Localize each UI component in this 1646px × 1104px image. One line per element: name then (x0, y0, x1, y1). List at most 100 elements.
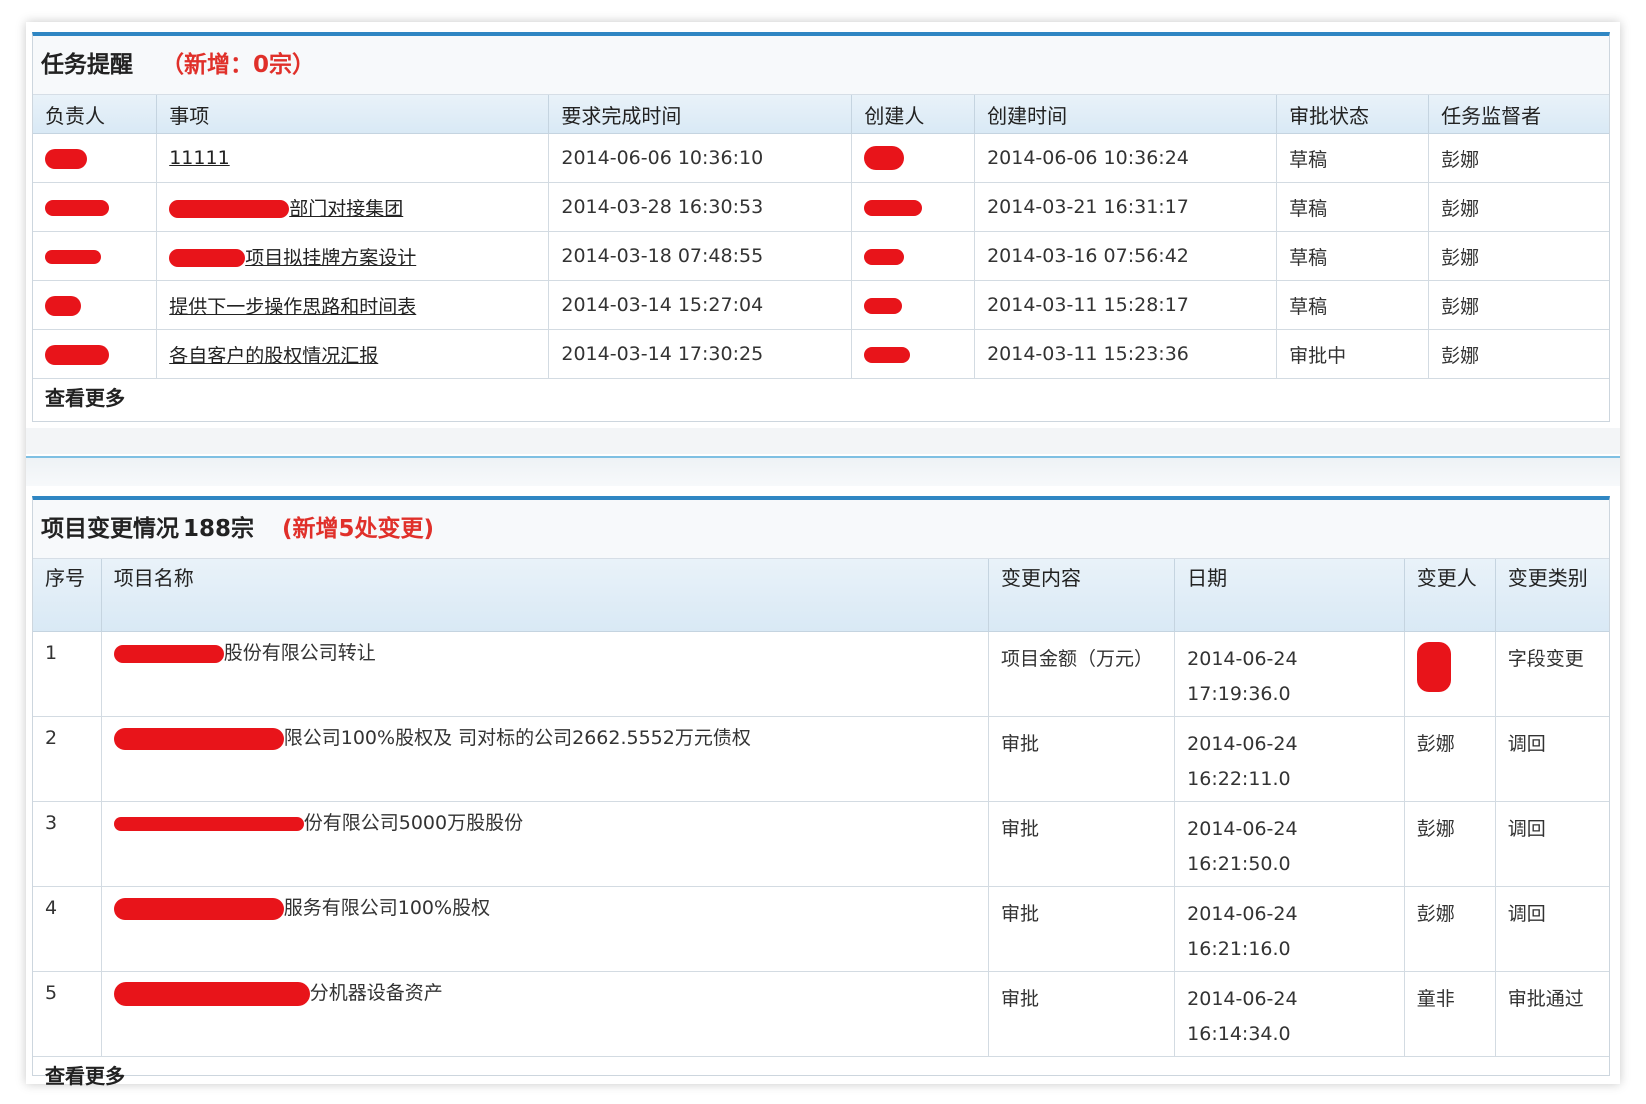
redaction-mark (113, 727, 284, 750)
change-total-count: 188宗 (183, 516, 255, 542)
task-panel-header: 任务提醒 （新增：0宗） (33, 36, 1609, 95)
creator-cell (851, 182, 976, 232)
supervisor-cell: 彭娜 (1428, 133, 1609, 183)
created-cell: 2014-03-11 15:23:36 (974, 329, 1278, 379)
redaction-mark (113, 816, 304, 831)
table-row: 4 服务有限公司100%股权 审批 2014-06-24 16:21:16.0 … (33, 886, 1609, 972)
owner-cell (33, 182, 158, 232)
col-changer[interactable]: 变更人 (1404, 559, 1496, 632)
redaction-mark (45, 199, 109, 216)
redaction-mark (113, 644, 224, 663)
col-owner[interactable]: 负责人 (33, 95, 158, 134)
due-cell: 2014-03-28 16:30:53 (548, 182, 853, 232)
redaction-mark (113, 981, 310, 1006)
number-cell: 4 (33, 886, 102, 972)
col-creator[interactable]: 创建人 (851, 95, 976, 134)
task-table-header: 负责人 事项 要求完成时间 创建人 创建时间 审批状态 任务监督者 (33, 95, 1609, 134)
due-cell: 2014-03-18 07:48:55 (548, 231, 853, 281)
status-cell: 草稿 (1276, 182, 1430, 232)
table-row: 各自客户的股权情况汇报 2014-03-14 17:30:25 2014-03-… (33, 329, 1609, 379)
number-cell: 2 (33, 716, 102, 802)
date-cell: 2014-06-24 17:19:36.0 (1174, 631, 1405, 717)
change-view-more-link[interactable]: 查看更多 (33, 1057, 1609, 1095)
status-cell: 草稿 (1276, 231, 1430, 281)
table-row: 5 分机器设备资产 审批 2014-06-24 16:14:34.0 童非 审批… (33, 971, 1609, 1057)
creator-cell (851, 329, 976, 379)
task-new-count: （新增：0宗） (161, 52, 316, 78)
col-created[interactable]: 创建时间 (974, 95, 1278, 134)
supervisor-cell: 彭娜 (1428, 182, 1609, 232)
owner-cell (33, 280, 158, 330)
col-change-type[interactable]: 变更类别 (1495, 559, 1609, 632)
redaction-mark (1416, 642, 1451, 692)
change-new-count: (新增5处变更) (282, 516, 435, 542)
task-table: 负责人 事项 要求完成时间 创建人 创建时间 审批状态 任务监督者 11111 … (33, 95, 1609, 379)
changer-cell: 彭娜 (1404, 886, 1496, 972)
creator-cell (851, 280, 976, 330)
date-cell: 2014-06-24 16:14:34.0 (1174, 971, 1405, 1057)
created-cell: 2014-03-16 07:56:42 (974, 231, 1278, 281)
col-change-content[interactable]: 变更内容 (988, 559, 1176, 632)
changer-cell: 彭娜 (1404, 716, 1496, 802)
status-cell: 草稿 (1276, 133, 1430, 183)
table-row: 2 限公司100%股权及 司对标的公司2662.5552万元债权 审批 2014… (33, 716, 1609, 802)
change-panel-title: 项目变更情况 (41, 516, 179, 542)
project-name-cell: 限公司100%股权及 司对标的公司2662.5552万元债权 (101, 716, 990, 802)
project-name-cell: 分机器设备资产 (101, 971, 990, 1057)
project-change-panel: 项目变更情况 188宗 (新增5处变更) 序号 项目名称 变更内容 日期 变更人 变… (32, 496, 1610, 1088)
status-cell: 草稿 (1276, 280, 1430, 330)
col-project-name[interactable]: 项目名称 (101, 559, 990, 632)
table-row: 11111 2014-06-06 10:36:10 2014-06-06 10:… (33, 133, 1609, 183)
redaction-mark (864, 199, 923, 216)
number-cell: 1 (33, 631, 102, 717)
number-cell: 3 (33, 801, 102, 887)
changer-cell: 童非 (1404, 971, 1496, 1057)
col-item[interactable]: 事项 (156, 95, 550, 134)
created-cell: 2014-03-21 16:31:17 (974, 182, 1278, 232)
table-row: 部门对接集团 2014-03-28 16:30:53 2014-03-21 16… (33, 182, 1609, 232)
change-content-cell: 审批 (988, 886, 1176, 972)
redaction-mark (169, 249, 246, 267)
task-view-more-link[interactable]: 查看更多 (33, 379, 1609, 417)
table-row: 提供下一步操作思路和时间表 2014-03-14 15:27:04 2014-0… (33, 280, 1609, 330)
redaction-mark (45, 148, 87, 169)
project-name-cell: 股份有限公司转让 (101, 631, 990, 717)
number-cell: 5 (33, 971, 102, 1057)
supervisor-cell: 彭娜 (1428, 280, 1609, 330)
creator-cell (851, 133, 976, 183)
col-date[interactable]: 日期 (1174, 559, 1405, 632)
col-supervisor[interactable]: 任务监督者 (1428, 95, 1609, 134)
owner-cell (33, 329, 158, 379)
item-link[interactable]: 各自客户的股权情况汇报 (156, 329, 550, 379)
change-type-cell: 调回 (1495, 801, 1609, 887)
col-status[interactable]: 审批状态 (1276, 95, 1430, 134)
change-type-cell: 调回 (1495, 886, 1609, 972)
col-due[interactable]: 要求完成时间 (548, 95, 853, 134)
due-cell: 2014-03-14 15:27:04 (548, 280, 853, 330)
section-gap (26, 428, 1620, 454)
change-content-cell: 审批 (988, 716, 1176, 802)
date-cell: 2014-06-24 16:21:16.0 (1174, 886, 1405, 972)
date-cell: 2014-06-24 16:21:50.0 (1174, 801, 1405, 887)
change-type-cell: 调回 (1495, 716, 1609, 802)
item-link[interactable]: 提供下一步操作思路和时间表 (156, 280, 550, 330)
change-content-cell: 审批 (988, 971, 1176, 1057)
redaction-mark (864, 297, 903, 314)
change-type-cell: 字段变更 (1495, 631, 1609, 717)
created-cell: 2014-03-11 15:28:17 (974, 280, 1278, 330)
changer-cell: 彭娜 (1404, 801, 1496, 887)
project-name-cell: 服务有限公司100%股权 (101, 886, 990, 972)
table-row: 3 份有限公司5000万股股份 审批 2014-06-24 16:21:50.0… (33, 801, 1609, 887)
col-number[interactable]: 序号 (33, 559, 102, 632)
changer-cell (1404, 631, 1496, 717)
status-cell: 审批中 (1276, 329, 1430, 379)
table-row: 1 股份有限公司转让 项目金额（万元） 2014-06-24 17:19:36.… (33, 631, 1609, 717)
item-link[interactable]: 11111 (156, 133, 550, 183)
redaction-mark (45, 344, 109, 365)
change-content-cell: 项目金额（万元） (988, 631, 1176, 717)
item-link[interactable]: 项目拟挂牌方案设计 (156, 231, 550, 281)
change-panel-header: 项目变更情况 188宗 (新增5处变更) (33, 500, 1609, 559)
supervisor-cell: 彭娜 (1428, 231, 1609, 281)
due-cell: 2014-03-14 17:30:25 (548, 329, 853, 379)
item-link[interactable]: 部门对接集团 (156, 182, 550, 232)
